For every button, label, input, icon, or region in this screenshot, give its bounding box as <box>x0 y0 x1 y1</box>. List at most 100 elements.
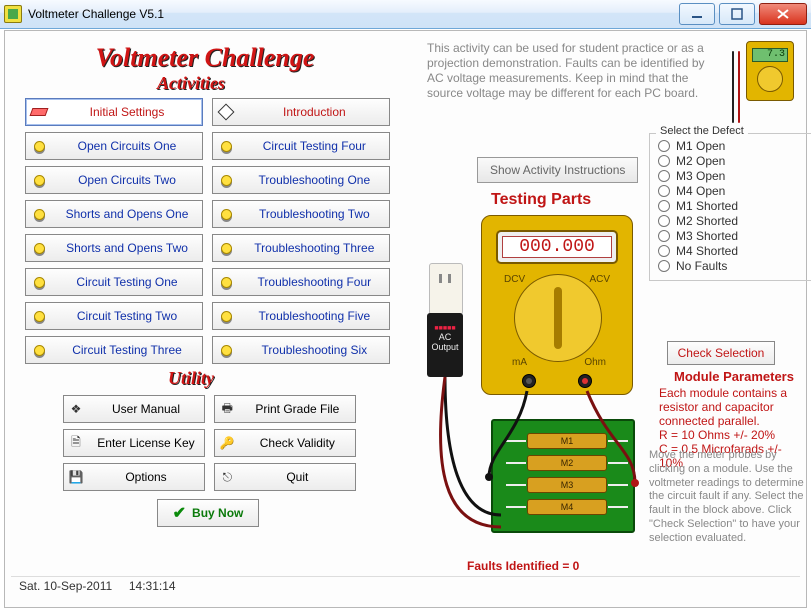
minimize-icon <box>691 8 703 20</box>
circuit-scene: ■■■■■ AC Output 000.000 DCV ACV mA Ohm M… <box>419 215 643 553</box>
close-button[interactable] <box>759 3 807 25</box>
faults-identified: Faults Identified = 0 <box>467 559 579 573</box>
defect-option-m4-shorted[interactable]: M4 Shorted <box>658 244 804 258</box>
buy-now-label: Buy Now <box>192 506 243 520</box>
bulb-icon <box>215 205 237 223</box>
bulb-icon <box>28 307 50 325</box>
utility-enter-license-key[interactable]: 🗎Enter License Key <box>63 429 205 457</box>
utility-options[interactable]: 💾Options <box>63 463 205 491</box>
print-grade-file-icon: 🖶 <box>215 399 239 420</box>
utility-label: Quit <box>239 470 355 484</box>
activity-label: Shorts and Opens One <box>52 207 202 221</box>
minimize-button[interactable] <box>679 3 715 25</box>
activity-label: Introduction <box>239 105 389 119</box>
check-selection-button[interactable]: Check Selection <box>667 341 775 365</box>
status-time: 14:31:14 <box>129 579 176 593</box>
activity-troubleshooting-five[interactable]: Troubleshooting Five <box>212 302 390 330</box>
app-heading: Voltmeter Challenge <box>25 43 385 73</box>
select-defect-legend: Select the Defect <box>656 125 748 137</box>
activity-troubleshooting-two[interactable]: Troubleshooting Two <box>212 200 390 228</box>
utility-label: User Manual <box>88 402 204 416</box>
defect-radio[interactable] <box>658 170 670 182</box>
bulb-icon <box>215 239 237 257</box>
bulb-icon <box>215 171 237 189</box>
activity-circuit-testing-one[interactable]: Circuit Testing One <box>25 268 203 296</box>
activity-label: Troubleshooting Five <box>239 309 389 323</box>
utility-label: Check Validity <box>239 436 355 450</box>
module-parameters-line1: Each module contains a resistor and capa… <box>659 386 809 428</box>
defect-option-m4-open[interactable]: M4 Open <box>658 184 804 198</box>
maximize-button[interactable] <box>719 3 755 25</box>
utility-check-validity[interactable]: 🔑Check Validity <box>214 429 356 457</box>
defect-radio[interactable] <box>658 155 670 167</box>
defect-radio[interactable] <box>658 260 670 272</box>
utility-print-grade-file[interactable]: 🖶Print Grade File <box>214 395 356 423</box>
activities-heading: Activities <box>11 73 371 94</box>
activity-label: Troubleshooting Four <box>239 275 389 289</box>
defect-option-m2-open[interactable]: M2 Open <box>658 154 804 168</box>
show-activity-instructions-button[interactable]: Show Activity Instructions <box>477 157 638 183</box>
bulb-icon <box>215 273 237 291</box>
activity-introduction[interactable]: Introduction <box>212 98 390 126</box>
bulb-icon <box>28 205 50 223</box>
defect-label: M4 Shorted <box>676 244 738 258</box>
bulb-icon <box>215 341 237 359</box>
activity-shorts-and-opens-two[interactable]: Shorts and Opens Two <box>25 234 203 262</box>
defect-radio[interactable] <box>658 140 670 152</box>
activity-label: Initial Settings <box>52 105 202 119</box>
activity-troubleshooting-six[interactable]: Troubleshooting Six <box>212 336 390 364</box>
activity-troubleshooting-four[interactable]: Troubleshooting Four <box>212 268 390 296</box>
defect-option-m3-open[interactable]: M3 Open <box>658 169 804 183</box>
activity-description: This activity can be used for student pr… <box>427 41 705 101</box>
maximize-icon <box>731 8 743 20</box>
utility-grid: ❖User Manual 🗎Enter License Key 💾Options 🖶… <box>63 395 357 497</box>
bulb-icon <box>28 137 50 155</box>
defect-radio[interactable] <box>658 230 670 242</box>
mini-voltmeter-display: 7.3 <box>752 48 788 62</box>
activity-open-circuits-two[interactable]: Open Circuits Two <box>25 166 203 194</box>
activity-troubleshooting-one[interactable]: Troubleshooting One <box>212 166 390 194</box>
bulb-icon <box>215 137 237 155</box>
utility-quit[interactable]: ⎋Quit <box>214 463 356 491</box>
mini-voltmeter-icon: 7.3 <box>728 41 792 127</box>
defect-option-m1-open[interactable]: M1 Open <box>658 139 804 153</box>
bulb-icon <box>28 341 50 359</box>
activity-label: Shorts and Opens Two <box>52 241 202 255</box>
utility-user-manual[interactable]: ❖User Manual <box>63 395 205 423</box>
status-bar: Sat. 10-Sep-2011 14:31:14 <box>11 576 800 601</box>
defect-option-m2-shorted[interactable]: M2 Shorted <box>658 214 804 228</box>
defect-label: M1 Shorted <box>676 199 738 213</box>
defect-radio[interactable] <box>658 185 670 197</box>
client-area: Voltmeter Challenge Activities Initial S… <box>4 30 807 608</box>
activities-grid: Initial Settings Open Circuits One Open Ci… <box>25 98 391 370</box>
activity-circuit-testing-four[interactable]: Circuit Testing Four <box>212 132 390 160</box>
activity-label: Troubleshooting Three <box>239 241 389 255</box>
defect-option-no-faults[interactable]: No Faults <box>658 259 804 273</box>
defect-option-m3-shorted[interactable]: M3 Shorted <box>658 229 804 243</box>
activity-circuit-testing-two[interactable]: Circuit Testing Two <box>25 302 203 330</box>
defect-radio[interactable] <box>658 200 670 212</box>
activity-open-circuits-one[interactable]: Open Circuits One <box>25 132 203 160</box>
check-validity-icon: 🔑 <box>215 436 239 450</box>
activity-circuit-testing-three[interactable]: Circuit Testing Three <box>25 336 203 364</box>
quit-icon: ⎋ <box>215 470 239 485</box>
bulb-icon <box>28 239 50 257</box>
testing-parts-heading: Testing Parts <box>491 191 591 209</box>
activity-label: Circuit Testing Two <box>52 309 202 323</box>
close-icon <box>776 8 790 20</box>
defect-label: M1 Open <box>676 139 725 153</box>
defect-option-m1-shorted[interactable]: M1 Shorted <box>658 199 804 213</box>
buy-now-button[interactable]: ✔ Buy Now <box>157 499 259 527</box>
defect-label: M4 Open <box>676 184 725 198</box>
module-parameters-line2: R = 10 Ohms +/- 20% <box>659 428 809 442</box>
diamond-icon <box>215 103 237 121</box>
activity-label: Circuit Testing Three <box>52 343 202 357</box>
utility-label: Print Grade File <box>239 402 355 416</box>
activity-shorts-and-opens-one[interactable]: Shorts and Opens One <box>25 200 203 228</box>
defect-radio[interactable] <box>658 245 670 257</box>
bulb-icon <box>215 307 237 325</box>
activity-initial-settings[interactable]: Initial Settings <box>25 98 203 126</box>
defect-radio[interactable] <box>658 215 670 227</box>
defect-label: No Faults <box>676 259 727 273</box>
activity-troubleshooting-three[interactable]: Troubleshooting Three <box>212 234 390 262</box>
